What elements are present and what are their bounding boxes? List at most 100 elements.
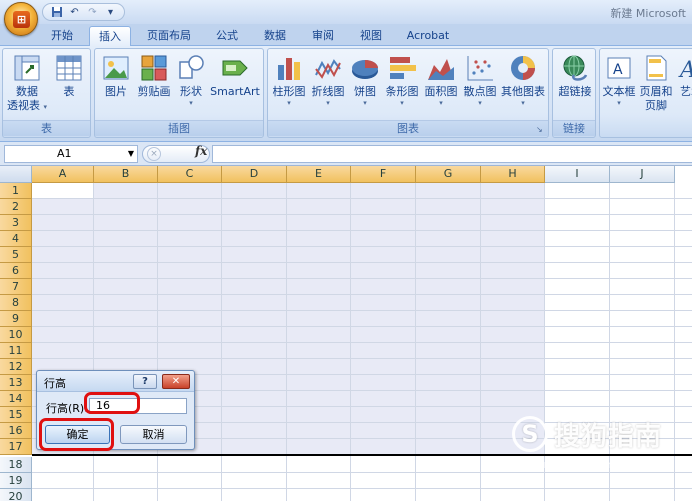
shapes-button[interactable]: 形状 ▾ xyxy=(175,53,207,108)
redo-icon[interactable]: ↷ xyxy=(85,5,100,19)
help-icon[interactable]: ? xyxy=(133,374,157,389)
pie-chart-button[interactable]: 饼图 ▾ xyxy=(348,53,382,108)
smartart-label: SmartArt xyxy=(210,85,260,98)
undo-icon[interactable]: ↶ xyxy=(67,5,82,19)
wordart-label: 艺术 xyxy=(680,85,692,98)
picture-button[interactable]: 图片 xyxy=(99,53,133,99)
cancel-entry-icon[interactable]: × xyxy=(147,147,161,161)
row-header-20[interactable]: 20 xyxy=(0,489,32,501)
tab-insert[interactable]: 插入 xyxy=(89,26,131,47)
group-label-illustrations: 插图 xyxy=(95,120,263,136)
window-title: 新建 Microsoft xyxy=(610,7,686,20)
input-highlight-ring xyxy=(84,392,140,414)
formula-input[interactable] xyxy=(212,145,692,163)
pivot-label-1: 数据 xyxy=(16,85,38,98)
row-header-18[interactable]: 18 xyxy=(0,457,32,473)
row-header-12[interactable]: 12 xyxy=(0,359,32,375)
area-chart-button[interactable]: 面积图 ▾ xyxy=(422,53,460,108)
group-label-charts: 图表 xyxy=(268,120,548,136)
row-header-17[interactable]: 17 xyxy=(0,439,32,455)
row-header-13[interactable]: 13 xyxy=(0,375,32,391)
wordart-button[interactable]: A 艺术 xyxy=(676,53,692,99)
tab-formulas[interactable]: 公式 xyxy=(208,26,246,46)
watermark-text: 搜狗指南 xyxy=(554,422,663,452)
row-header-14[interactable]: 14 xyxy=(0,391,32,407)
column-header-f[interactable]: F xyxy=(351,166,416,183)
column-header-a[interactable]: A xyxy=(32,166,94,183)
shapes-dropdown-icon: ▾ xyxy=(189,99,193,107)
name-box-dropdown-icon[interactable]: ▼ xyxy=(128,146,134,162)
watermark: S 搜狗指南 zhinan.sogou.com xyxy=(512,414,692,474)
row-header-7[interactable]: 7 xyxy=(0,279,32,295)
select-all-corner[interactable] xyxy=(0,166,32,183)
watermark-url: zhinan.sogou.com xyxy=(514,458,615,471)
line-chart-button[interactable]: 折线图 ▾ xyxy=(309,53,347,108)
hyperlink-button[interactable]: 超链接 xyxy=(554,53,596,99)
column-header-j[interactable]: J xyxy=(610,166,675,183)
column-header-g[interactable]: G xyxy=(416,166,481,183)
row-header-5[interactable]: 5 xyxy=(0,247,32,263)
close-icon[interactable]: ✕ xyxy=(162,374,190,389)
column-header-c[interactable]: C xyxy=(158,166,222,183)
row-header-6[interactable]: 6 xyxy=(0,263,32,279)
bar-chart-button[interactable]: 条形图 ▾ xyxy=(383,53,421,108)
column-chart-button[interactable]: 柱形图 ▾ xyxy=(270,53,308,108)
save-icon[interactable] xyxy=(49,5,64,19)
line-dropdown-icon: ▾ xyxy=(326,99,330,107)
pie-chart-icon xyxy=(350,53,380,83)
pivot-table-button[interactable]: 数据 透视表 ▾ xyxy=(5,53,49,113)
row-header-2[interactable]: 2 xyxy=(0,199,32,215)
textbox-button[interactable]: A 文本框 ▾ xyxy=(602,53,636,108)
row-header-3[interactable]: 3 xyxy=(0,215,32,231)
textbox-dropdown-icon: ▾ xyxy=(617,99,621,107)
group-illustrations: 图片 剪贴画 形状 ▾ SmartArt 插图 xyxy=(94,48,264,138)
header-footer-button[interactable]: 页眉和 页脚 xyxy=(638,53,674,113)
doughnut-chart-icon xyxy=(508,53,538,83)
tab-view[interactable]: 视图 xyxy=(352,26,390,46)
other-charts-button[interactable]: 其他图表 ▾ xyxy=(500,53,546,108)
cancel-button[interactable]: 取消 xyxy=(120,425,187,444)
scatter-chart-button[interactable]: 散点图 ▾ xyxy=(461,53,499,108)
column-header-d[interactable]: D xyxy=(222,166,287,183)
table-button[interactable]: 表 xyxy=(49,53,89,99)
tab-home[interactable]: 开始 xyxy=(44,26,80,46)
pivot-label-2: 透视表 ▾ xyxy=(6,99,47,112)
pivot-table-icon xyxy=(12,53,42,83)
pie-chart-label: 饼图 xyxy=(354,85,376,98)
column-header-h[interactable]: H xyxy=(481,166,545,183)
clipart-icon xyxy=(139,53,169,83)
row-header-1[interactable]: 1 xyxy=(0,183,32,199)
tab-review[interactable]: 审阅 xyxy=(304,26,342,46)
group-text: A 文本框 ▾ 页眉和 页脚 A 艺术 xyxy=(599,48,692,138)
row-header-9[interactable]: 9 xyxy=(0,311,32,327)
group-charts: 柱形图 ▾ 折线图 ▾ 饼图 ▾ 条形图 ▾ 面积图 ▾ 散点图 ▾ 其他图表 … xyxy=(267,48,549,138)
customize-icon[interactable]: ▾ xyxy=(103,5,118,19)
smartart-button[interactable]: SmartArt xyxy=(209,53,261,99)
column-dropdown-icon: ▾ xyxy=(287,99,291,107)
row-header-8[interactable]: 8 xyxy=(0,295,32,311)
column-header-i[interactable]: I xyxy=(545,166,610,183)
tab-acrobat[interactable]: Acrobat xyxy=(400,26,456,46)
clipart-button[interactable]: 剪贴画 xyxy=(135,53,173,99)
scatter-chart-icon xyxy=(465,53,495,83)
table-icon xyxy=(54,53,84,83)
row-header-19[interactable]: 19 xyxy=(0,473,32,489)
row-header-11[interactable]: 11 xyxy=(0,343,32,359)
formula-bar: A1 ▼ × fx xyxy=(0,142,692,166)
row-header-4[interactable]: 4 xyxy=(0,231,32,247)
name-box[interactable]: A1 ▼ xyxy=(4,145,138,163)
row-header-10[interactable]: 10 xyxy=(0,327,32,343)
office-button[interactable]: ⊞ xyxy=(4,2,38,36)
tab-data[interactable]: 数据 xyxy=(256,26,294,46)
charts-dialog-launcher-icon[interactable]: ↘ xyxy=(536,125,545,134)
wordart-icon: A xyxy=(676,53,692,83)
column-header-e[interactable]: E xyxy=(287,166,351,183)
tab-page-layout[interactable]: 页面布局 xyxy=(140,26,198,46)
bar-chart-label: 条形图 xyxy=(385,85,419,98)
scatter-dropdown-icon: ▾ xyxy=(478,99,482,107)
row-header-16[interactable]: 16 xyxy=(0,423,32,439)
row-header-15[interactable]: 15 xyxy=(0,407,32,423)
insert-function-icon[interactable]: fx xyxy=(195,144,207,158)
column-header-b[interactable]: B xyxy=(94,166,158,183)
group-label-links: 链接 xyxy=(553,120,595,136)
